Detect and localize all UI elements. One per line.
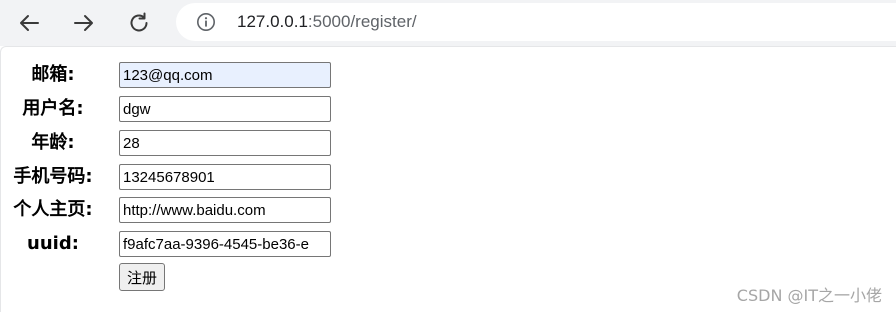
- phone-label: 手机号码:: [13, 166, 93, 187]
- uuid-row: uuid:: [1, 231, 341, 257]
- uuid-label: uuid:: [27, 233, 79, 254]
- email-row: 邮箱:: [1, 62, 341, 88]
- phone-row: 手机号码:: [1, 164, 341, 190]
- page-content: 邮箱: 用户名: 年龄: 手机号码: 个人主页: uuid: 注册 CSDN @…: [0, 46, 896, 312]
- url-path: :5000/register/: [307, 12, 417, 31]
- username-row: 用户名:: [1, 96, 341, 122]
- homepage-row: 个人主页:: [1, 197, 341, 223]
- info-icon[interactable]: [196, 12, 216, 32]
- age-field[interactable]: [119, 130, 331, 156]
- address-bar[interactable]: 127.0.0.1:5000/register/: [176, 3, 896, 41]
- uuid-field[interactable]: [119, 231, 331, 257]
- back-button[interactable]: [11, 5, 47, 41]
- reload-button[interactable]: [121, 5, 157, 41]
- age-row: 年龄:: [1, 130, 341, 156]
- username-field[interactable]: [119, 96, 331, 122]
- url-host: 127.0.0.1: [237, 12, 308, 31]
- homepage-label: 个人主页:: [13, 199, 93, 220]
- email-label: 邮箱:: [31, 64, 75, 85]
- browser-toolbar: 127.0.0.1:5000/register/: [0, 0, 896, 46]
- forward-arrow-icon: [74, 15, 93, 31]
- age-label: 年龄:: [31, 132, 75, 153]
- username-label: 用户名:: [22, 98, 84, 119]
- watermark: CSDN @IT之一小佬: [736, 286, 882, 305]
- email-field[interactable]: [119, 62, 331, 88]
- phone-field[interactable]: [119, 164, 331, 190]
- reload-icon: [130, 12, 148, 32]
- register-button[interactable]: 注册: [119, 263, 166, 291]
- forward-button[interactable]: [66, 5, 102, 41]
- url-text[interactable]: 127.0.0.1:5000/register/: [237, 12, 417, 32]
- homepage-field[interactable]: [119, 197, 331, 223]
- back-arrow-icon: [20, 15, 39, 31]
